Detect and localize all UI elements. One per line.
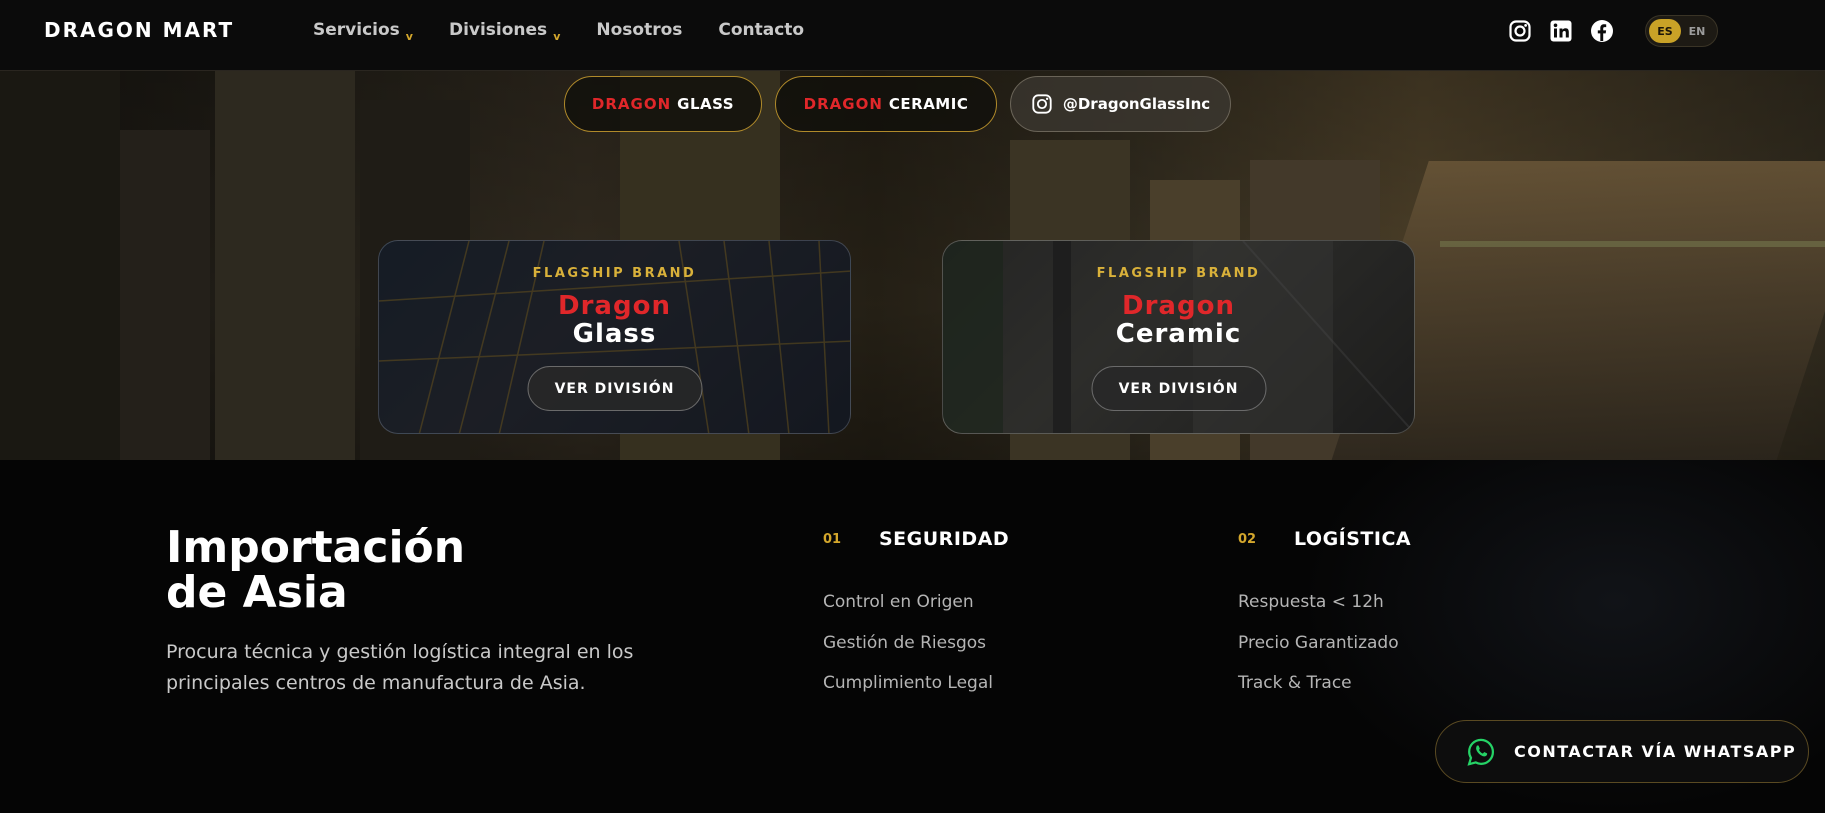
skyline-building bbox=[120, 130, 210, 460]
social-links bbox=[1508, 19, 1614, 43]
card-title-red: Dragon bbox=[1122, 291, 1235, 321]
column-number: 02 bbox=[1238, 532, 1257, 547]
import-title-line2: de Asia bbox=[166, 567, 348, 618]
skyline-building bbox=[215, 71, 355, 460]
whatsapp-button-label: CONTACTAR VÍA WHATSAPP bbox=[1514, 742, 1797, 761]
import-title: Importación de Asia bbox=[166, 525, 465, 615]
list-item: Cumplimiento Legal bbox=[823, 673, 993, 693]
instagram-icon bbox=[1032, 94, 1052, 114]
division-card-glass: FLAGSHIP BRAND Dragon Glass VER DIVISIÓN bbox=[378, 240, 851, 434]
language-switcher: ES EN bbox=[1645, 15, 1718, 47]
linkedin-icon[interactable] bbox=[1549, 19, 1573, 43]
card-eyebrow: FLAGSHIP BRAND bbox=[532, 266, 697, 281]
list-item: Control en Origen bbox=[823, 592, 974, 612]
nav-item-servicios[interactable]: Servicios v bbox=[313, 20, 413, 43]
list-item: Track & Trace bbox=[1238, 673, 1352, 693]
nav-item-label: Contacto bbox=[718, 20, 805, 40]
pill-brand-red: DRAGON bbox=[591, 95, 672, 113]
chevron-down-icon: v bbox=[553, 30, 561, 43]
list-item: Gestión de Riesgos bbox=[823, 633, 987, 653]
nav-item-nosotros[interactable]: Nosotros bbox=[596, 20, 682, 43]
card-title-white: Glass bbox=[572, 319, 657, 349]
card-title-white: Ceramic bbox=[1115, 319, 1242, 349]
site-logo[interactable]: DRAGON MART bbox=[44, 18, 234, 42]
skyline-building bbox=[0, 71, 120, 460]
ver-division-ceramic-button[interactable]: VER DIVISIÓN bbox=[1091, 366, 1266, 411]
list-item: Respuesta < 12h bbox=[1238, 592, 1384, 612]
pill-dragon-glass[interactable]: DRAGON GLASS bbox=[564, 76, 762, 132]
column-heading: SEGURIDAD bbox=[879, 528, 1010, 550]
import-description: Procura técnica y gestión logística inte… bbox=[166, 641, 634, 694]
instagram-handle: @DragonGlassInc bbox=[1062, 95, 1211, 113]
nav-item-contacto[interactable]: Contacto bbox=[718, 20, 804, 43]
bridge-graphic bbox=[1440, 241, 1825, 247]
pill-brand-white: GLASS bbox=[677, 95, 735, 113]
pill-instagram-handle[interactable]: @DragonGlassInc bbox=[1010, 76, 1231, 132]
nav-item-divisiones[interactable]: Divisiones v bbox=[449, 20, 560, 43]
main-nav: Servicios v Divisiones v Nosotros Contac… bbox=[313, 20, 840, 43]
whatsapp-contact-button[interactable]: CONTACTAR VÍA WHATSAPP bbox=[1435, 720, 1809, 783]
instagram-icon[interactable] bbox=[1508, 19, 1532, 43]
card-title-red: Dragon bbox=[558, 291, 671, 321]
nav-item-label: Divisiones bbox=[448, 20, 548, 40]
facebook-icon[interactable] bbox=[1590, 19, 1614, 43]
pill-brand-white: CERAMIC bbox=[888, 95, 969, 113]
hero-section: DRAGON GLASS DRAGON CERAMIC @DragonGlass… bbox=[0, 71, 1825, 460]
nav-item-label: Nosotros bbox=[596, 20, 683, 40]
nav-item-label: Servicios bbox=[313, 20, 400, 40]
pill-dragon-ceramic[interactable]: DRAGON CERAMIC bbox=[775, 76, 997, 132]
ver-division-glass-button[interactable]: VER DIVISIÓN bbox=[527, 366, 702, 411]
lang-es-button[interactable]: ES bbox=[1649, 19, 1681, 43]
chevron-down-icon: v bbox=[405, 30, 413, 43]
site-header: DRAGON MART Servicios v Divisiones v Nos… bbox=[0, 0, 1825, 71]
division-card-ceramic: FLAGSHIP BRAND Dragon Ceramic VER DIVISI… bbox=[942, 240, 1415, 434]
list-item: Precio Garantizado bbox=[1238, 633, 1399, 653]
column-heading: LOGÍSTICA bbox=[1294, 528, 1412, 550]
whatsapp-icon bbox=[1467, 738, 1495, 766]
pill-brand-red: DRAGON bbox=[803, 95, 883, 113]
lang-en-button[interactable]: EN bbox=[1681, 19, 1713, 43]
column-number: 01 bbox=[823, 532, 842, 547]
import-title-line1: Importación bbox=[166, 522, 466, 573]
card-eyebrow: FLAGSHIP BRAND bbox=[1096, 266, 1261, 281]
